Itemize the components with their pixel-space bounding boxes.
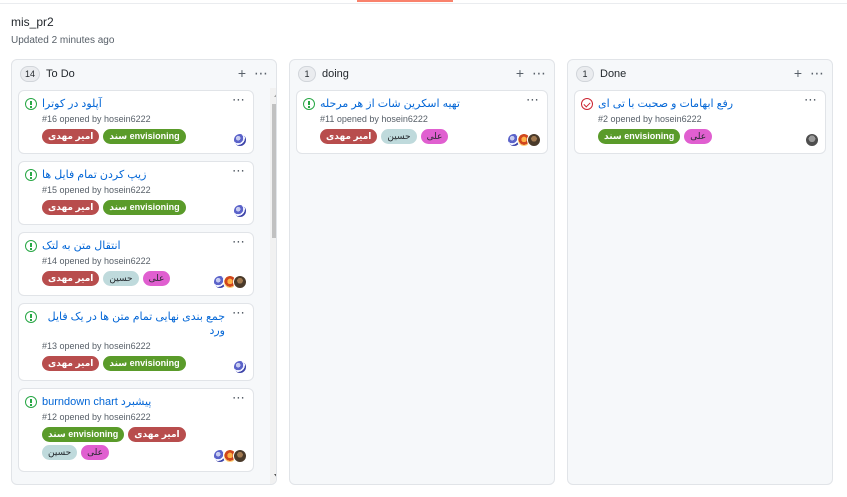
assignee-avatar[interactable] bbox=[805, 133, 819, 147]
label-amir-mahdi[interactable]: امیر مهدی bbox=[42, 271, 100, 286]
card-meta: #14 opened by hosein6222 bbox=[42, 256, 151, 266]
card-menu-icon[interactable]: ⋯ bbox=[232, 92, 245, 108]
column-name: Done bbox=[600, 68, 627, 80]
issue-card[interactable]: انتقال متن به لتک ⋯ #14 opened by hosein… bbox=[18, 232, 254, 296]
top-nav-border bbox=[0, 0, 847, 4]
label-ali[interactable]: علی bbox=[684, 129, 713, 144]
column-card-count: 1 bbox=[298, 66, 316, 82]
board-title[interactable]: mis_pr2 bbox=[11, 15, 54, 29]
scroll-up-arrow-icon[interactable] bbox=[274, 92, 276, 97]
assignee-avatar[interactable] bbox=[233, 204, 247, 218]
plus-icon[interactable]: + bbox=[238, 65, 246, 81]
label-amir-mahdi[interactable]: امیر مهدی bbox=[128, 427, 186, 442]
issue-card[interactable]: آپلود در کوترا ⋯ #16 opened by hosein622… bbox=[18, 90, 254, 154]
assignee-avatar[interactable] bbox=[233, 449, 247, 463]
scrollbar-thumb[interactable] bbox=[272, 104, 276, 238]
card-meta: #2 opened by hosein6222 bbox=[598, 114, 702, 124]
board-updated-text: Updated 2 minutes ago bbox=[11, 35, 115, 46]
card-menu-icon[interactable]: ⋯ bbox=[804, 92, 817, 108]
card-title-link[interactable]: جمع بندی نهایی تمام متن ها در یک فایل ور… bbox=[42, 310, 225, 338]
label-hossein[interactable]: حسین bbox=[42, 445, 78, 460]
card-title-link[interactable]: زیپ کردن تمام فایل ها bbox=[42, 168, 225, 182]
plus-icon[interactable]: + bbox=[516, 65, 524, 81]
label-amir-mahdi[interactable]: امیر مهدی bbox=[42, 356, 100, 371]
label-amir-mahdi[interactable]: امیر مهدی bbox=[42, 200, 100, 215]
card-title-link[interactable]: آپلود در کوترا bbox=[42, 97, 225, 111]
card-meta: #11 opened by hosein6222 bbox=[320, 114, 428, 124]
column-card-count: 14 bbox=[20, 66, 41, 82]
card-title-link[interactable]: پیشبرد burndown chart bbox=[42, 395, 225, 409]
column-name: To Do bbox=[46, 68, 75, 80]
column-header: 1 doing + ⋯ bbox=[290, 60, 554, 88]
label-hossein[interactable]: حسین bbox=[381, 129, 417, 144]
kebab-icon[interactable]: ⋯ bbox=[254, 65, 268, 81]
open-issue-icon bbox=[25, 169, 37, 181]
card-menu-icon[interactable]: ⋯ bbox=[232, 305, 245, 321]
card-title-link[interactable]: رفع ابهامات و صحبت با تی ای bbox=[598, 97, 797, 111]
label-ali[interactable]: علی bbox=[420, 129, 449, 144]
issue-card[interactable]: زیپ کردن تمام فایل ها ⋯ #15 opened by ho… bbox=[18, 161, 254, 225]
column-scrollbar[interactable] bbox=[270, 88, 276, 484]
column-header: 14 To Do + ⋯ bbox=[12, 60, 276, 88]
card-menu-icon[interactable]: ⋯ bbox=[232, 234, 245, 250]
kebab-icon[interactable]: ⋯ bbox=[810, 65, 824, 81]
label-ali[interactable]: علی bbox=[142, 271, 171, 286]
card-meta: #15 opened by hosein6222 bbox=[42, 185, 151, 195]
card-menu-icon[interactable]: ⋯ bbox=[232, 163, 245, 179]
column-todo: 14 To Do + ⋯ آپلود در کوترا ⋯ #16 opened… bbox=[11, 59, 277, 485]
kebab-icon[interactable]: ⋯ bbox=[532, 65, 546, 81]
assignee-avatar[interactable] bbox=[233, 133, 247, 147]
issue-card[interactable]: رفع ابهامات و صحبت با تی ای ⋯ #2 opened … bbox=[574, 90, 826, 154]
card-menu-icon[interactable]: ⋯ bbox=[232, 390, 245, 406]
label-amir-mahdi[interactable]: امیر مهدی bbox=[320, 129, 378, 144]
label-amir-mahdi[interactable]: امیر مهدی bbox=[42, 129, 100, 144]
label-ali[interactable]: علی bbox=[81, 445, 110, 460]
card-meta: #16 opened by hosein6222 bbox=[42, 114, 151, 124]
active-tab-indicator bbox=[357, 0, 453, 2]
assignee-avatar[interactable] bbox=[233, 360, 247, 374]
column-header: 1 Done + ⋯ bbox=[568, 60, 832, 88]
column-doing: 1 doing + ⋯ تهیه اسکرین شات از هر مرحله … bbox=[289, 59, 555, 485]
closed-issue-icon bbox=[581, 98, 593, 110]
column-card-count: 1 bbox=[576, 66, 594, 82]
assignee-avatar[interactable] bbox=[527, 133, 541, 147]
card-menu-icon[interactable]: ⋯ bbox=[526, 92, 539, 108]
label-sanad-envisioning[interactable]: سند envisioning bbox=[103, 356, 186, 371]
open-issue-icon bbox=[25, 98, 37, 110]
label-sanad-envisioning[interactable]: سند envisioning bbox=[42, 427, 125, 442]
label-hossein[interactable]: حسین bbox=[103, 271, 139, 286]
open-issue-icon bbox=[25, 311, 37, 323]
card-title-link[interactable]: تهیه اسکرین شات از هر مرحله bbox=[320, 97, 519, 111]
scroll-down-arrow-icon[interactable] bbox=[274, 474, 276, 479]
label-sanad-envisioning[interactable]: سند envisioning bbox=[598, 129, 681, 144]
card-meta: #13 opened by hosein6222 bbox=[42, 341, 151, 351]
issue-card[interactable]: پیشبرد burndown chart ⋯ #12 opened by ho… bbox=[18, 388, 254, 472]
plus-icon[interactable]: + bbox=[794, 65, 802, 81]
open-issue-icon bbox=[303, 98, 315, 110]
open-issue-icon bbox=[25, 396, 37, 408]
issue-card[interactable]: تهیه اسکرین شات از هر مرحله ⋯ #11 opened… bbox=[296, 90, 548, 154]
card-title-link[interactable]: انتقال متن به لتک bbox=[42, 239, 225, 253]
label-sanad-envisioning[interactable]: سند envisioning bbox=[103, 200, 186, 215]
column-name: doing bbox=[322, 68, 349, 80]
card-meta: #12 opened by hosein6222 bbox=[42, 412, 151, 422]
assignee-avatar[interactable] bbox=[233, 275, 247, 289]
column-done: 1 Done + ⋯ رفع ابهامات و صحبت با تی ای ⋯… bbox=[567, 59, 833, 485]
issue-card[interactable]: جمع بندی نهایی تمام متن ها در یک فایل ور… bbox=[18, 303, 254, 381]
label-sanad-envisioning[interactable]: سند envisioning bbox=[103, 129, 186, 144]
open-issue-icon bbox=[25, 240, 37, 252]
